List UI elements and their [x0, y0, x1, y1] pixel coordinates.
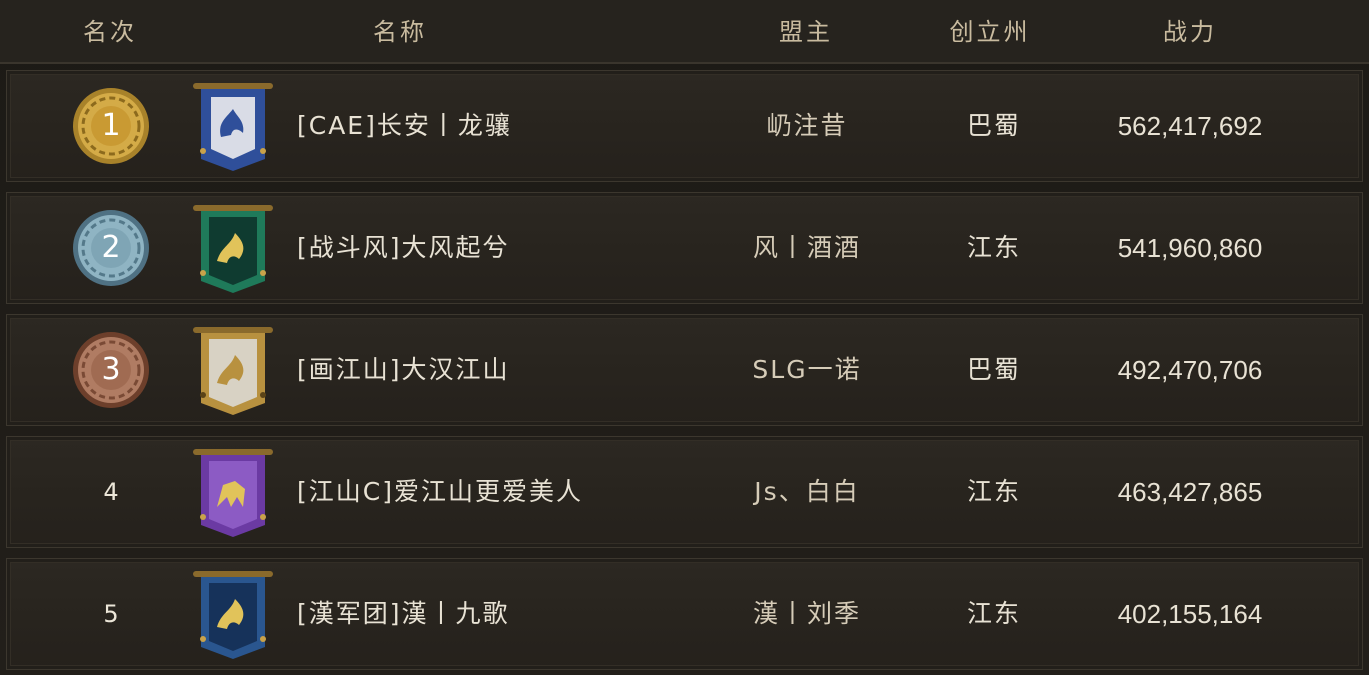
combat-power: 541,960,860 [1117, 233, 1263, 263]
ranking-row[interactable]: 3 [画江山]大汉江山 SLG一诺 巴蜀 492,470,706 [6, 314, 1363, 426]
rank-number: 4 [103, 478, 119, 506]
combat-power: 402,155,164 [1117, 599, 1263, 629]
combat-power: 492,470,706 [1117, 355, 1263, 385]
header-state: 创立州 [949, 18, 1031, 46]
founding-state: 江东 [966, 233, 1022, 262]
founding-state: 巴蜀 [966, 355, 1022, 384]
dragon-icon [187, 323, 279, 419]
alliance-leader: Js、白白 [754, 477, 860, 506]
combat-power: 562,417,692 [1117, 111, 1263, 141]
ranking-row[interactable]: 4 [江山C]爱江山更爱美人 Js、白白 江东 463,427,865 [6, 436, 1363, 548]
alliance-name: [战斗风]大风起兮 [297, 233, 510, 262]
header-rank: 名次 [83, 18, 137, 46]
rank-number: 2 [101, 230, 121, 265]
founding-state: 江东 [966, 477, 1022, 506]
dragon-icon [187, 201, 279, 297]
alliance-name: [江山C]爱江山更爱美人 [297, 477, 583, 506]
combat-power: 463,427,865 [1117, 477, 1263, 507]
qilin-icon [187, 445, 279, 541]
alliance-name: [画江山]大汉江山 [297, 355, 510, 384]
header-leader: 盟主 [779, 18, 833, 46]
alliance-name: [漢军团]漢丨九歌 [297, 599, 510, 628]
ranking-table-header: 名次 名称 盟主 创立州 战力 [0, 0, 1369, 64]
founding-state: 巴蜀 [966, 111, 1022, 140]
rank-number: 3 [101, 352, 121, 387]
dragon-icon [187, 567, 279, 663]
header-name: 名称 [373, 18, 427, 46]
rank-number: 1 [101, 108, 121, 143]
phoenix-icon [187, 79, 279, 175]
alliance-leader: 漢丨刘季 [752, 599, 862, 628]
ranking-row[interactable]: 2 [战斗风]大风起兮 风丨酒酒 江东 541,960,860 [6, 192, 1363, 304]
alliance-ranking-panel: 名次 名称 盟主 创立州 战力 1 [CAE]长安丨龙骧 屷注昔 巴蜀 562,… [0, 0, 1369, 675]
header-power: 战力 [1163, 18, 1217, 46]
alliance-leader: 屷注昔 [766, 111, 848, 140]
ranking-row[interactable]: 1 [CAE]长安丨龙骧 屷注昔 巴蜀 562,417,692 [6, 70, 1363, 182]
alliance-name: [CAE]长安丨龙骧 [297, 111, 512, 140]
founding-state: 江东 [966, 599, 1022, 628]
alliance-leader: 风丨酒酒 [752, 233, 862, 262]
alliance-leader: SLG一诺 [752, 355, 862, 384]
rank-number: 5 [103, 600, 119, 628]
ranking-row[interactable]: 5 [漢军团]漢丨九歌 漢丨刘季 江东 402,155,164 [6, 558, 1363, 670]
